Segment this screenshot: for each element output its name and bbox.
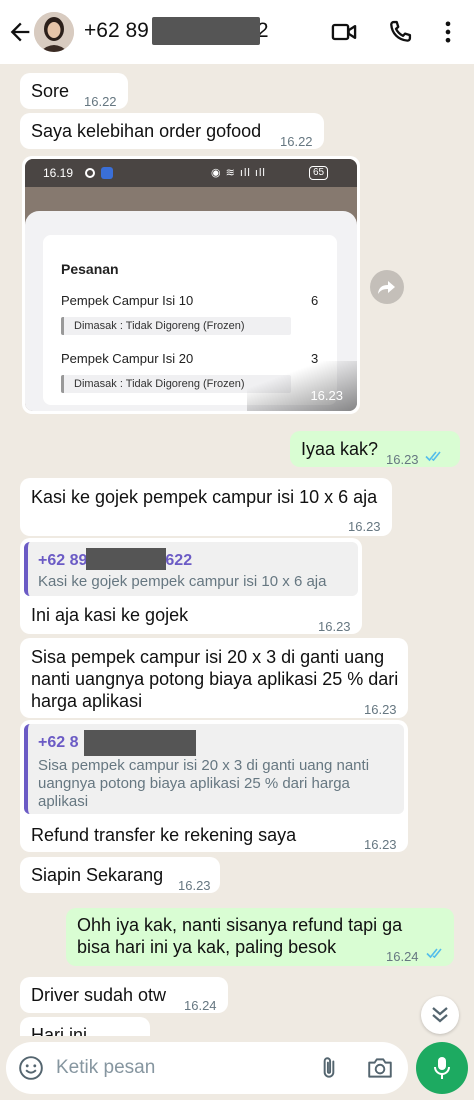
- message-text: Iyaa kak?: [301, 439, 379, 459]
- redaction-bar: [86, 548, 166, 570]
- message-text: Ini aja kasi ke gojek: [31, 605, 189, 625]
- screenshot-image[interactable]: 16.19 ◉ ≋ ıll ıll 65 Pesanan Pempek Camp…: [25, 159, 357, 411]
- image-message[interactable]: 16.19 ◉ ≋ ıll ıll 65 Pesanan Pempek Camp…: [22, 156, 360, 414]
- forward-icon: [378, 281, 395, 294]
- status-battery: 65: [309, 166, 329, 180]
- avatar[interactable]: [34, 12, 74, 52]
- message-time: 16.24: [184, 998, 217, 1013]
- message-text: Sore: [31, 81, 70, 101]
- message-text: Siapin Sekarang: [31, 865, 164, 885]
- message-time: 16.23: [386, 452, 419, 467]
- avatar-photo: [34, 12, 74, 52]
- message-text: Ohh iya kak, nanti sisanya refund tapi g…: [77, 915, 403, 957]
- quoted-message[interactable]: +62 89 622 Kasi ke gojek pempek campur is…: [24, 542, 358, 596]
- mic-icon: [434, 1057, 450, 1079]
- message-time: 16.23: [318, 619, 351, 634]
- double-check-icon: [425, 451, 441, 462]
- message-text: Saya kelebihan order gofood: [31, 121, 262, 141]
- message-bubble-incoming[interactable]: Sisa pempek campur isi 20 x 3 di ganti u…: [20, 638, 408, 718]
- message-input[interactable]: Ketik pesan: [56, 1057, 155, 1079]
- message-time: 16.23: [178, 878, 211, 893]
- back-arrow-icon[interactable]: [6, 18, 34, 46]
- screenshot-status-bar: 16.19 ◉ ≋ ıll ıll 65: [25, 159, 357, 187]
- message-text: Kasi ke gojek pempek campur isi 10 x 6 a…: [31, 487, 378, 507]
- quoted-sender: +62 8: [38, 734, 79, 751]
- redaction-bar: [152, 17, 260, 45]
- forward-button[interactable]: [370, 270, 404, 304]
- message-bubble-incoming[interactable]: Hari ini: [20, 1017, 150, 1036]
- chat-header: +62 89 2: [0, 0, 474, 64]
- status-notif-icon: [85, 168, 95, 178]
- message-bubble-incoming[interactable]: Driver sudah otw 16.24: [20, 977, 228, 1013]
- screenshot-status-time: 16.19: [43, 166, 74, 180]
- message-time: 16.23: [310, 388, 343, 403]
- quoted-text: Kasi ke gojek pempek campur isi 10 x 6 a…: [38, 573, 327, 590]
- message-time: 16.23: [364, 837, 397, 852]
- video-call-icon[interactable]: [330, 18, 358, 46]
- message-bubble-incoming[interactable]: Kasi ke gojek pempek campur isi 10 x 6 a…: [20, 478, 392, 536]
- chat-area[interactable]: Sore 16.22 Saya kelebihan order gofood 1…: [0, 64, 474, 1036]
- message-bubble-incoming[interactable]: +62 89 622 Kasi ke gojek pempek campur is…: [20, 538, 362, 634]
- mic-button[interactable]: [416, 1042, 468, 1094]
- order-item-qty: 6: [311, 293, 319, 308]
- order-title: Pesanan: [61, 261, 119, 277]
- order-item-name: Pempek Campur Isi 10: [61, 293, 194, 308]
- quoted-text: Sisa pempek campur isi 20 x 3 di ganti u…: [38, 757, 370, 810]
- more-vert-icon[interactable]: [434, 18, 462, 46]
- order-item-note: Dimasak : Tidak Digoreng (Frozen): [61, 317, 291, 335]
- emoji-icon[interactable]: [18, 1055, 44, 1081]
- attach-icon[interactable]: [316, 1055, 342, 1081]
- message-time: 16.23: [364, 702, 397, 717]
- status-app-icon: [101, 167, 113, 179]
- double-check-icon: [426, 948, 442, 959]
- camera-icon[interactable]: [366, 1055, 394, 1081]
- chevron-double-down-icon: [432, 1007, 448, 1023]
- message-text: Refund transfer ke rekening saya: [31, 825, 297, 845]
- message-time: 16.22: [280, 134, 313, 149]
- message-bubble-incoming[interactable]: Saya kelebihan order gofood 16.22: [20, 113, 324, 149]
- message-text: Driver sudah otw: [31, 985, 167, 1005]
- message-time: 16.22: [84, 94, 117, 109]
- scroll-to-bottom-button[interactable]: [421, 996, 459, 1034]
- message-bubble-outgoing[interactable]: Iyaa kak? 16.23: [290, 431, 460, 467]
- message-bubble-incoming[interactable]: +62 8 Sisa pempek campur isi 20 x 3 di g…: [20, 720, 408, 852]
- status-signal-icons: ◉ ≋ ıll ıll: [211, 167, 266, 179]
- message-bubble-incoming[interactable]: Siapin Sekarang 16.23: [20, 857, 220, 893]
- message-text: Sisa pempek campur isi 20 x 3 di ganti u…: [31, 647, 399, 711]
- message-bubble-incoming[interactable]: Sore 16.22: [20, 73, 128, 109]
- message-composer: Ketik pesan: [6, 1042, 408, 1094]
- message-text: Hari ini: [31, 1025, 88, 1036]
- redaction-bar: [84, 730, 196, 756]
- image-shade: [247, 361, 357, 411]
- message-time: 16.24: [386, 949, 419, 964]
- message-bubble-outgoing[interactable]: Ohh iya kak, nanti sisanya refund tapi g…: [66, 908, 454, 966]
- message-time: 16.23: [348, 519, 381, 534]
- phone-icon[interactable]: [386, 18, 414, 46]
- quoted-message[interactable]: +62 8 Sisa pempek campur isi 20 x 3 di g…: [24, 724, 404, 814]
- order-item-name: Pempek Campur Isi 20: [61, 351, 194, 366]
